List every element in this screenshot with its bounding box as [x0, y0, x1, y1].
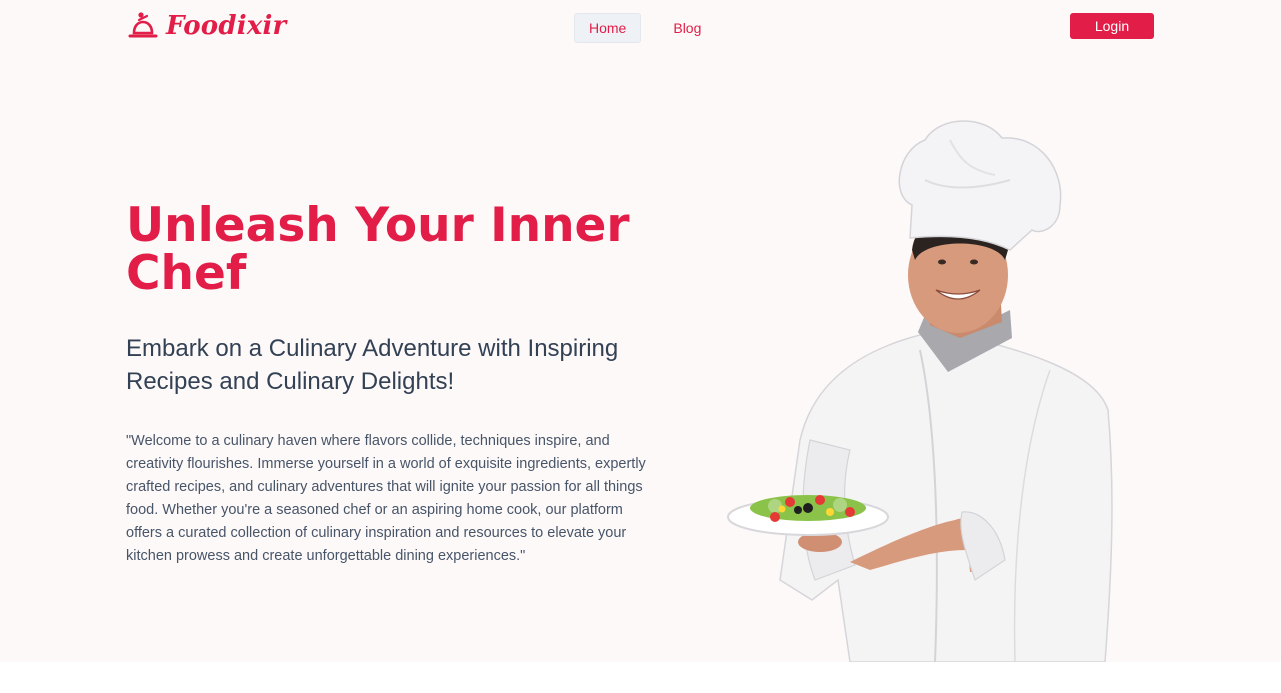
login-button[interactable]: Login — [1070, 13, 1154, 39]
nav-blog-link[interactable]: Blog — [659, 14, 715, 42]
brand-logo[interactable]: Foodixir — [128, 10, 286, 42]
cloche-chef-icon — [128, 12, 158, 38]
hero-subtitle: Embark on a Culinary Adventure with Insp… — [126, 335, 619, 395]
hero-description: "Welcome to a culinary haven where flavo… — [126, 433, 646, 564]
main-nav: Home Blog — [574, 13, 715, 43]
bottom-strip — [0, 662, 1281, 693]
hero-title: Unleash Your Inner Chef — [126, 198, 630, 301]
brand-name: Foodixir — [166, 11, 287, 41]
nav-home-link[interactable]: Home — [574, 13, 642, 43]
chef-illustration — [727, 120, 1113, 662]
landing-page: Foodixir Home Blog Login Unleash Your In… — [0, 0, 1281, 662]
